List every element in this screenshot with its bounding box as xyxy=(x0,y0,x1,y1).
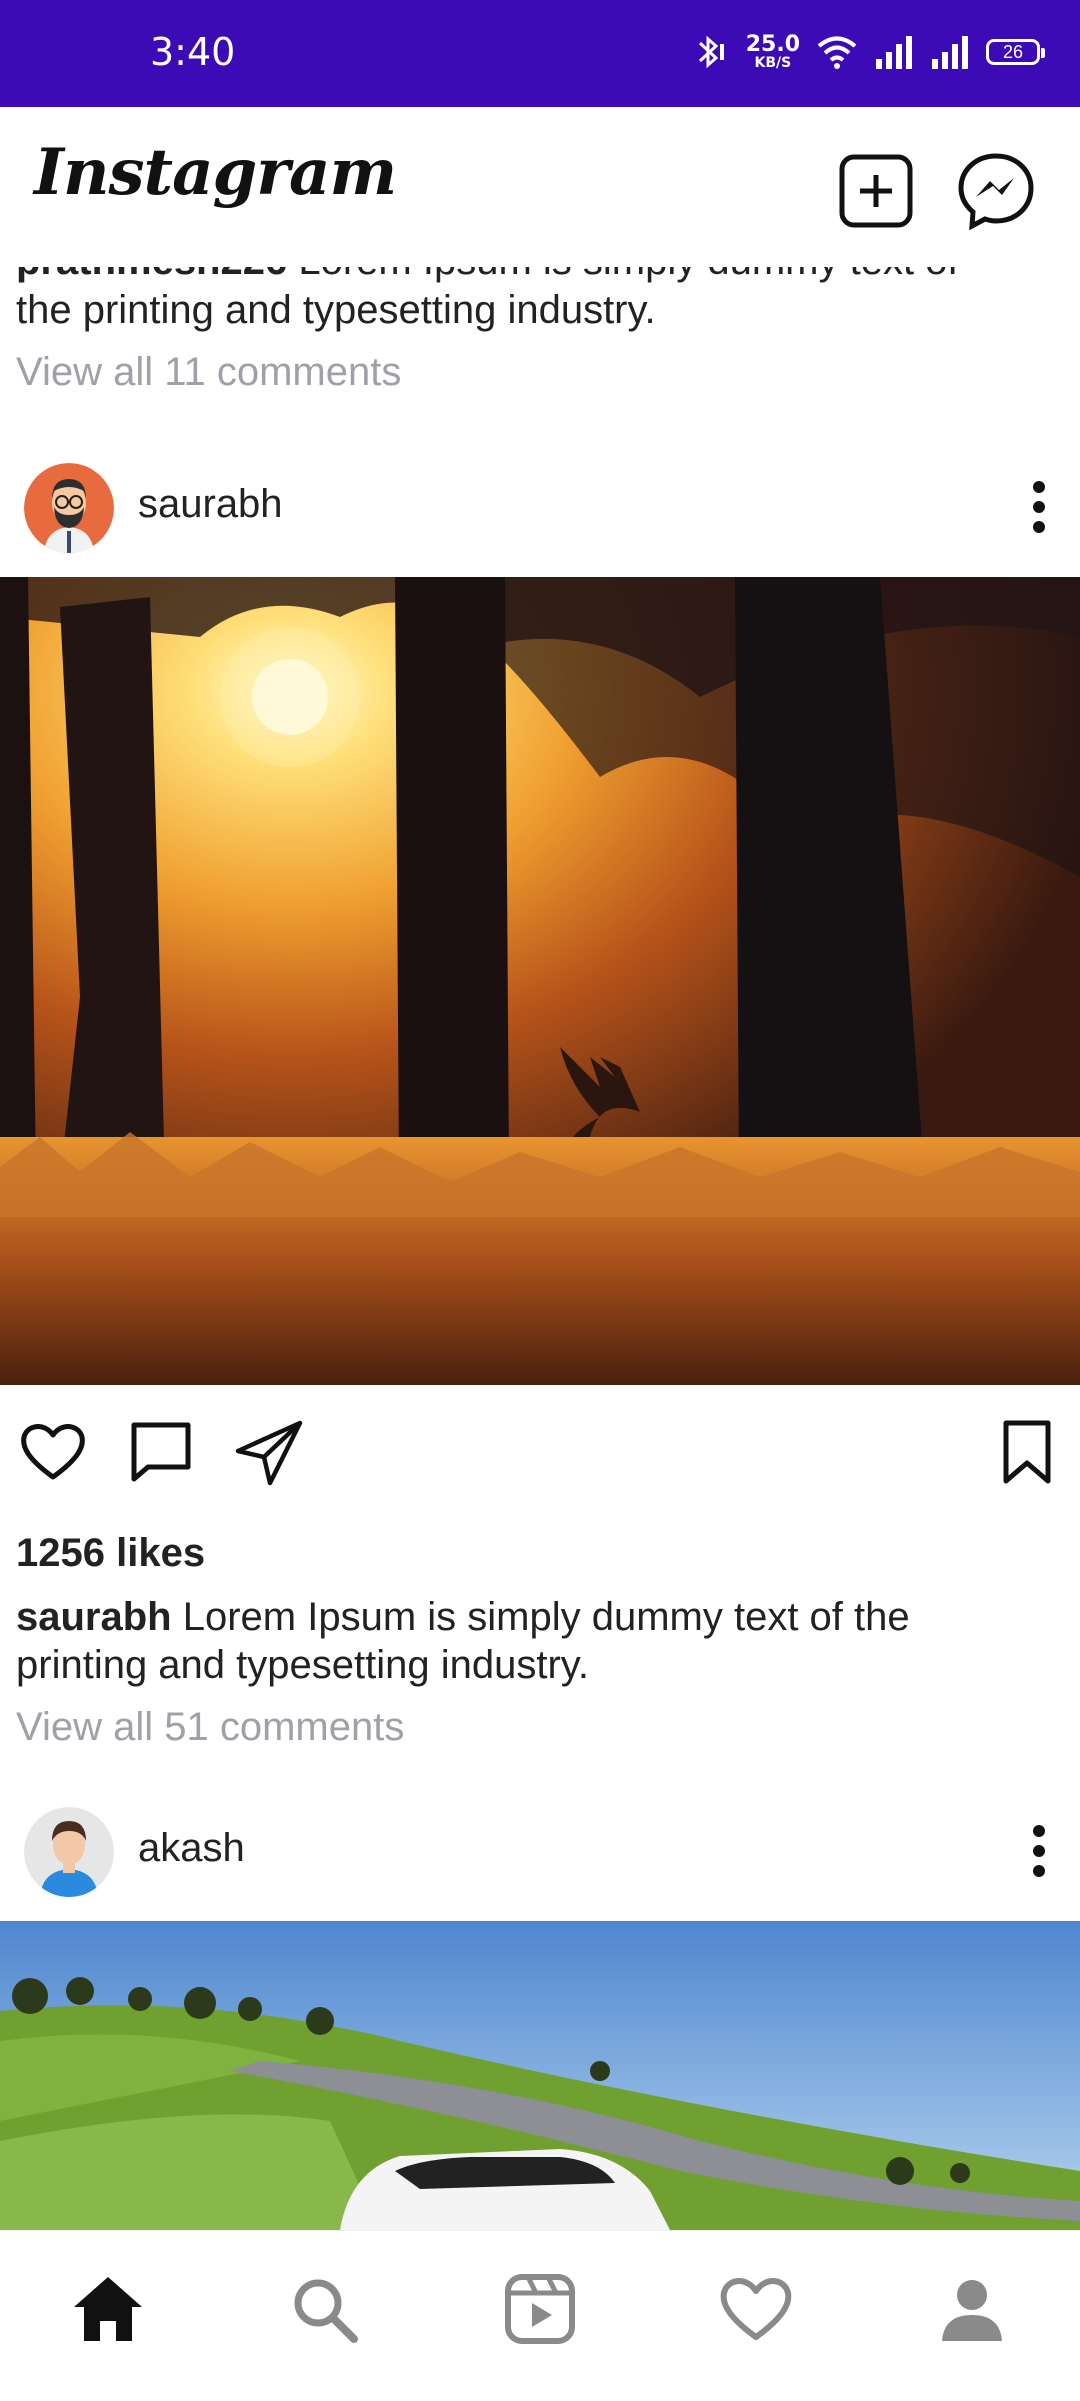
home-icon[interactable] xyxy=(68,2269,148,2349)
post-actions xyxy=(0,1417,1080,1507)
post-username[interactable]: akash xyxy=(138,1826,245,1871)
bottom-nav xyxy=(0,2230,1080,2401)
status-icons: 25.0 KB/S 26 xyxy=(692,26,1045,78)
caption-username[interactable]: saurabh xyxy=(16,1595,172,1639)
instagram-logo: Instagram xyxy=(34,135,397,210)
caption-username[interactable]: prathmesh226 xyxy=(16,267,287,283)
white-car-on-country-road-photo[interactable] xyxy=(0,1921,1080,2230)
bookmark-icon[interactable] xyxy=(992,1417,1062,1487)
view-comments-link[interactable]: View all 51 comments xyxy=(16,1703,1056,1752)
feed[interactable]: prathmesh226 Lorem Ipsum is simply dummy… xyxy=(0,267,1080,2230)
share-icon[interactable] xyxy=(234,1417,304,1487)
app-bar: Instagram xyxy=(0,107,1080,267)
more-options-icon[interactable] xyxy=(1028,1823,1050,1879)
status-bar: 3:40 25.0 KB/S 26 xyxy=(0,0,1080,107)
reels-icon[interactable] xyxy=(500,2269,580,2349)
signal-icon-1 xyxy=(876,36,912,69)
wifi-icon xyxy=(817,36,857,69)
prev-post-caption: prathmesh226 Lorem Ipsum is simply dummy… xyxy=(16,267,1056,286)
search-icon[interactable] xyxy=(284,2269,364,2349)
prev-post-caption-line2: the printing and typesetting industry. xyxy=(16,288,656,332)
heart-icon[interactable] xyxy=(716,2269,796,2349)
view-comments-link[interactable]: View all 11 comments xyxy=(16,348,1056,397)
young-man-avatar[interactable] xyxy=(24,1807,114,1897)
post-caption: saurabh Lorem Ipsum is simply dummy text… xyxy=(16,1593,1056,1642)
post-caption-line2: printing and typesetting industry. xyxy=(16,1643,589,1687)
status-time: 3:40 xyxy=(150,30,236,74)
signal-icon-2 xyxy=(932,36,968,69)
profile-icon[interactable] xyxy=(932,2269,1012,2349)
likes-count[interactable]: 1256 likes xyxy=(16,1529,1056,1578)
caption-text: Lorem Ipsum is simply dummy text of xyxy=(298,267,958,283)
post-header: saurabh xyxy=(0,453,1080,563)
sunset-forest-deer-photo[interactable] xyxy=(0,577,1080,1385)
more-options-icon[interactable] xyxy=(1028,479,1050,535)
messenger-icon[interactable] xyxy=(956,151,1036,231)
post-header: akash xyxy=(0,1797,1080,1907)
add-post-icon[interactable] xyxy=(836,151,916,231)
bluetooth-icon xyxy=(698,35,724,69)
comment-icon[interactable] xyxy=(126,1417,196,1487)
bearded-man-avatar[interactable] xyxy=(24,463,114,553)
network-speed: 25.0 KB/S xyxy=(745,32,800,71)
post-username[interactable]: saurabh xyxy=(138,482,283,527)
battery-icon: 26 xyxy=(986,39,1045,65)
caption-text: Lorem Ipsum is simply dummy text of the xyxy=(182,1595,910,1639)
like-icon[interactable] xyxy=(18,1417,88,1487)
